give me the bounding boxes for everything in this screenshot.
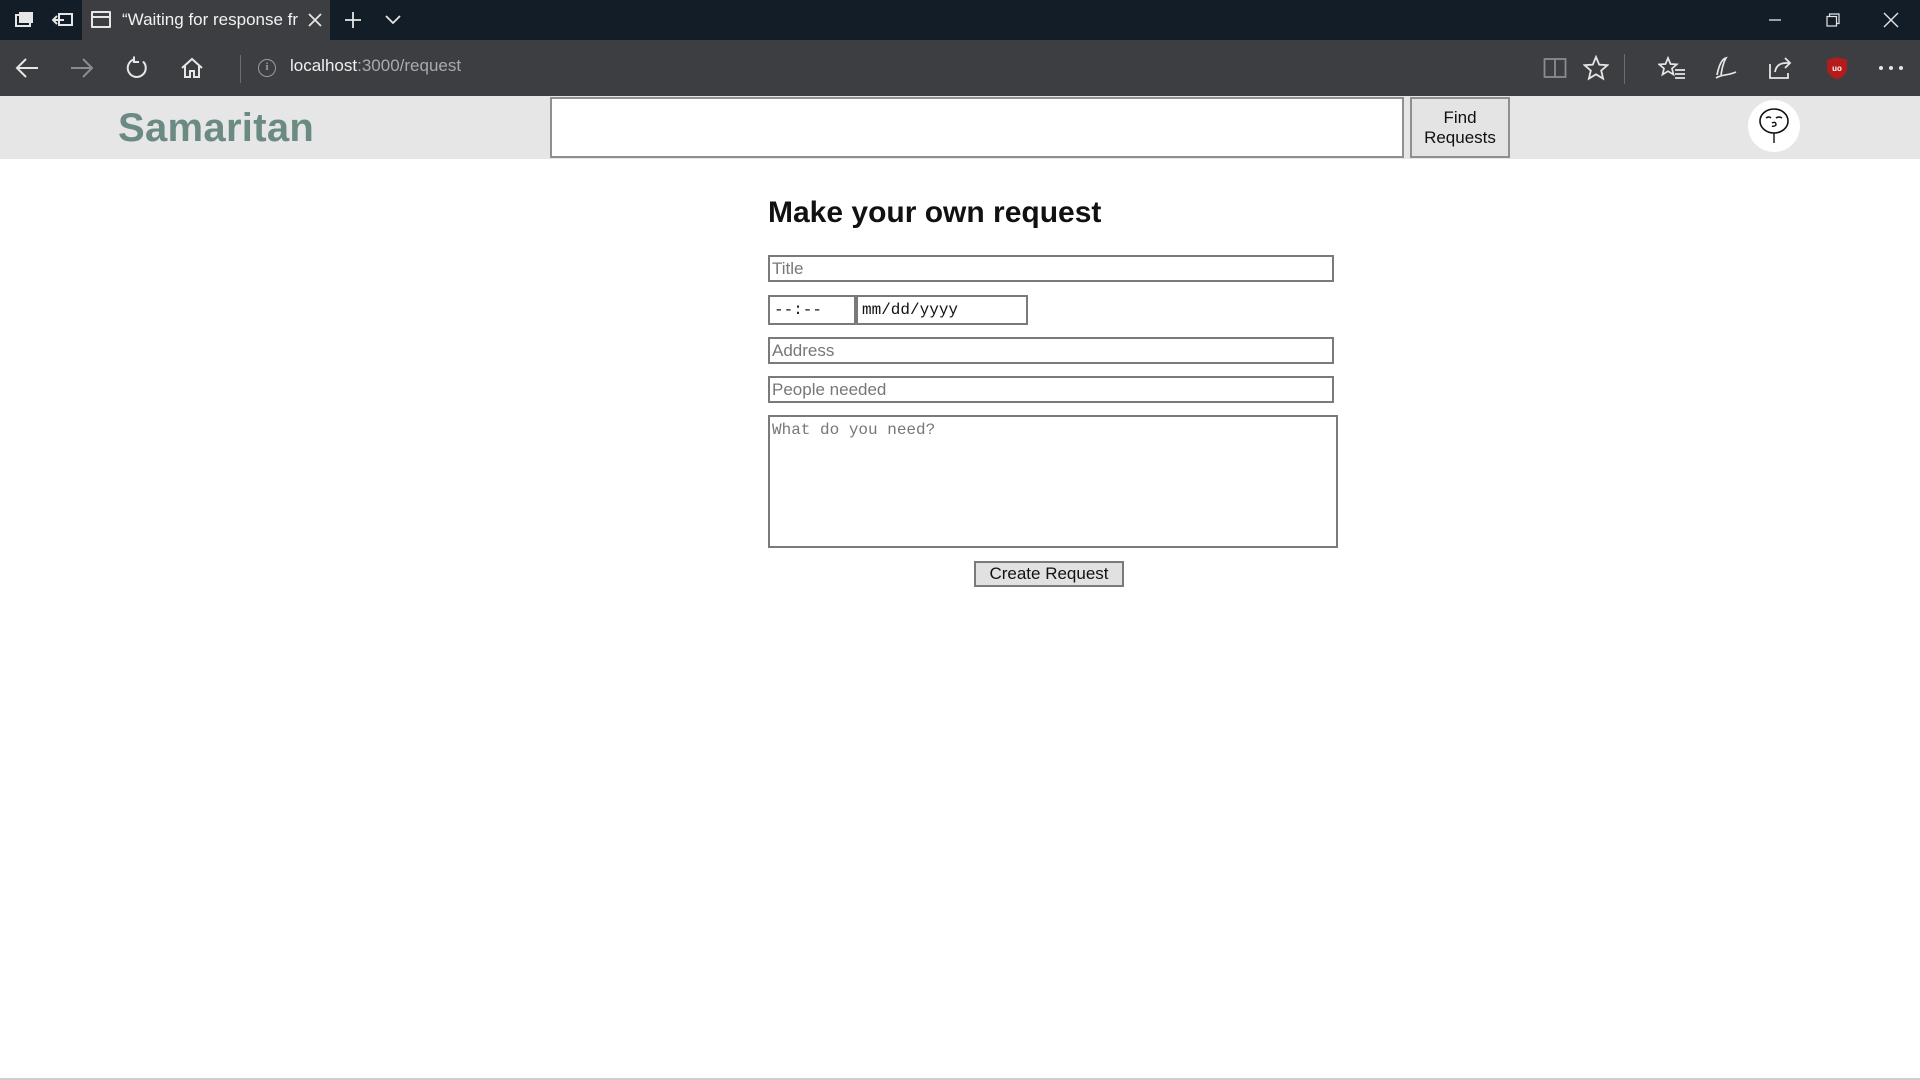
- tab-page-icon: [91, 11, 111, 28]
- set-aside-tabs-icon[interactable]: [44, 0, 82, 40]
- new-tab-icon[interactable]: [334, 0, 372, 40]
- site-logo[interactable]: Samaritan: [118, 106, 314, 151]
- avatar-face-icon[interactable]: [1748, 100, 1800, 152]
- minimize-icon[interactable]: [1752, 0, 1798, 40]
- home-icon[interactable]: [169, 40, 215, 96]
- info-icon[interactable]: i: [258, 59, 276, 77]
- tab-manager-icon[interactable]: [6, 0, 44, 40]
- reading-view-icon[interactable]: [1532, 40, 1578, 96]
- close-icon[interactable]: [304, 9, 326, 31]
- refresh-icon[interactable]: [114, 40, 160, 96]
- share-icon[interactable]: [1758, 40, 1804, 96]
- window-close-icon[interactable]: [1868, 0, 1914, 40]
- time-input[interactable]: [768, 295, 856, 325]
- svg-text:uo: uo: [1832, 64, 1842, 73]
- active-tab[interactable]: “Waiting for response fr: [82, 0, 330, 40]
- browser-nav-bar: i localhost:3000/request uo: [0, 40, 1920, 96]
- forward-icon[interactable]: [59, 40, 105, 96]
- tab-list-chevron-icon[interactable]: [374, 0, 412, 40]
- create-request-button[interactable]: Create Request: [974, 561, 1124, 587]
- pen-icon[interactable]: [1703, 40, 1749, 96]
- address-bar[interactable]: localhost:3000/request: [290, 56, 461, 76]
- site-header: Samaritan Find Requests: [0, 96, 1920, 159]
- favorites-hub-icon[interactable]: [1649, 40, 1695, 96]
- browser-tab-bar: “Waiting for response fr: [0, 0, 1920, 40]
- find-button-line1: Find: [1443, 107, 1477, 127]
- restore-icon[interactable]: [1810, 0, 1856, 40]
- url-host: localhost: [290, 56, 358, 75]
- ublock-icon[interactable]: uo: [1814, 40, 1860, 96]
- back-icon[interactable]: [4, 40, 50, 96]
- page-title: Make your own request: [768, 196, 1102, 229]
- date-input[interactable]: [856, 295, 1028, 325]
- search-input[interactable]: [550, 97, 1404, 158]
- more-icon[interactable]: [1868, 40, 1914, 96]
- address-input[interactable]: [768, 337, 1334, 364]
- url-separator: [240, 55, 241, 83]
- people-needed-input[interactable]: [768, 376, 1334, 403]
- find-button-line2: Requests: [1424, 127, 1496, 147]
- find-requests-button[interactable]: Find Requests: [1410, 97, 1510, 158]
- title-input[interactable]: [768, 255, 1334, 282]
- url-path: :3000/request: [357, 56, 462, 75]
- need-description-textarea[interactable]: [768, 415, 1338, 548]
- toolbar-separator: [1624, 54, 1625, 84]
- favorite-star-icon[interactable]: [1573, 40, 1619, 96]
